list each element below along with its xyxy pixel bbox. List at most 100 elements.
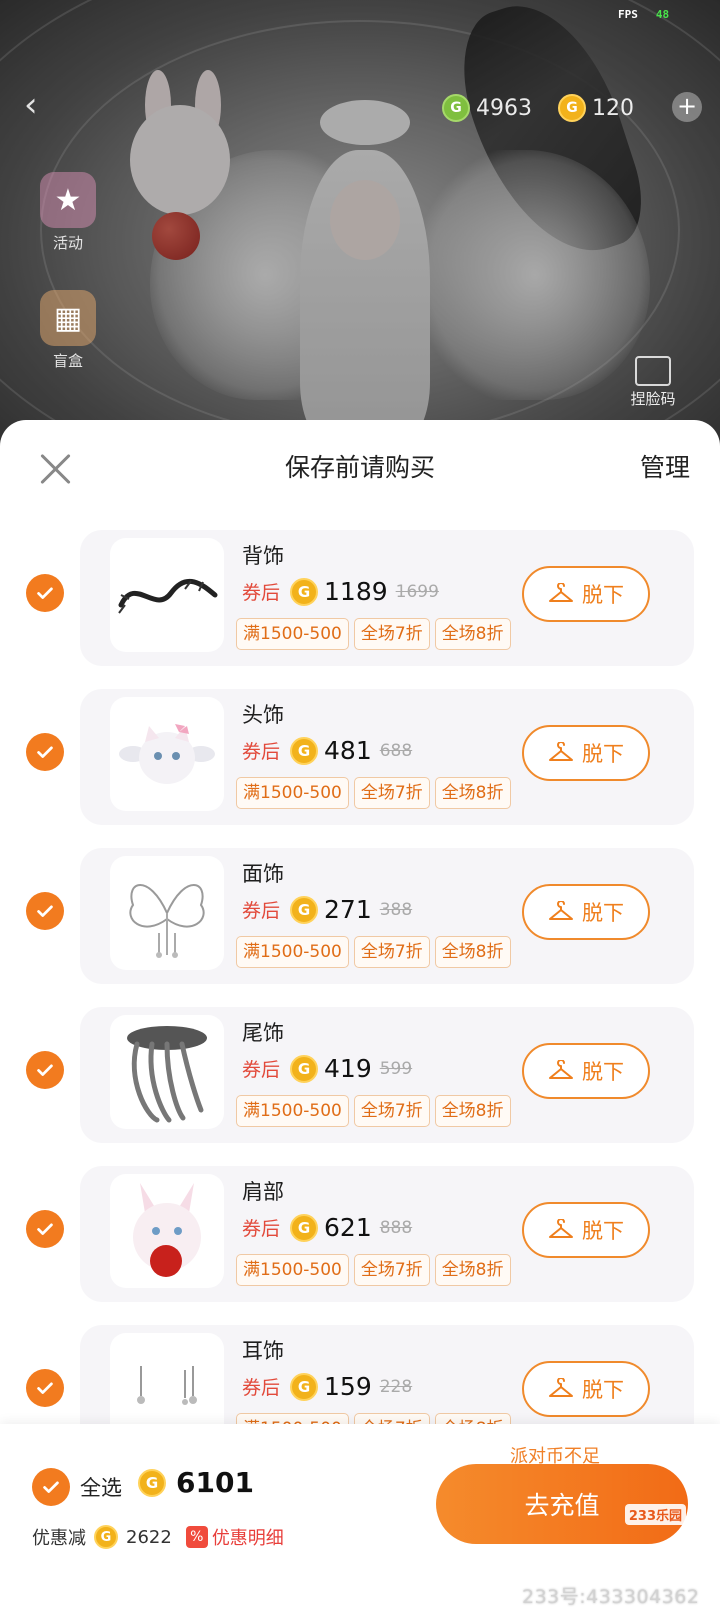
pinch-face-code-button[interactable]: 捏脸码 <box>622 356 684 409</box>
game-scene-background <box>0 0 720 440</box>
item-name: 头饰 <box>242 703 284 727</box>
list-item: 尾饰 券后 G 419 599 满1500-500 全场7折 全场8折 脱下 <box>0 1007 720 1147</box>
price-row: 券后 G 159 228 <box>242 1372 412 1401</box>
star-icon: ★ <box>40 172 96 228</box>
take-off-label: 脱下 <box>582 583 624 607</box>
hanger-icon <box>549 583 573 602</box>
item-card: 尾饰 券后 G 419 599 满1500-500 全场7折 全场8折 脱下 <box>80 1007 694 1143</box>
fps-counter: FPS 48 <box>618 8 669 21</box>
scene-dim-overlay <box>0 0 720 440</box>
take-off-button[interactable]: 脱下 <box>522 1361 650 1417</box>
watermark-logo: 233乐园 <box>624 1504 686 1525</box>
after-coupon-label: 券后 <box>242 1059 281 1081</box>
hanger-icon <box>549 1060 573 1079</box>
item-card: 肩部 券后 G 621 888 满1500-500 全场7折 全场8折 脱下 <box>80 1166 694 1302</box>
gold-coin-amount: 120 <box>592 95 634 121</box>
after-coupon-label: 券后 <box>242 900 281 922</box>
fps-label: FPS <box>618 8 638 21</box>
price-row: 券后 G 481 688 <box>242 736 412 765</box>
dragon-icon <box>118 578 218 614</box>
select-all-toggle[interactable]: 全选 <box>32 1468 122 1506</box>
item-checkbox[interactable] <box>26 892 64 930</box>
promo-tag: 满1500-500 <box>236 1254 349 1286</box>
take-off-label: 脱下 <box>582 1060 624 1084</box>
list-item: 背饰 券后 G 1189 1699 满1500-500 全场7折 全场8折 脱下 <box>0 530 720 670</box>
item-name: 面饰 <box>242 862 284 886</box>
add-currency-button[interactable]: + <box>672 92 702 122</box>
checkmark-icon <box>37 587 53 599</box>
percent-icon: % <box>185 1526 208 1548</box>
back-button[interactable]: ‹ <box>24 88 54 124</box>
item-original-price: 599 <box>379 1058 413 1079</box>
item-thumbnail <box>110 697 224 811</box>
item-thumbnail <box>110 856 224 970</box>
item-list: 背饰 券后 G 1189 1699 满1500-500 全场7折 全场8折 脱下 <box>0 530 720 1462</box>
promo-tags: 满1500-500 全场7折 全场8折 <box>236 1095 511 1127</box>
promo-tag: 满1500-500 <box>236 936 349 968</box>
price-row: 券后 G 271 388 <box>242 895 412 924</box>
gold-coin-icon: G <box>290 577 319 606</box>
earring-icon <box>137 1366 197 1405</box>
gold-coin-icon: G <box>558 94 586 122</box>
price-row: 券后 G 419 599 <box>242 1054 412 1083</box>
recharge-label: 去充值 <box>524 1491 600 1520</box>
blind-box-label: 盲盒 <box>52 352 83 370</box>
item-checkbox[interactable] <box>26 733 64 771</box>
item-price: 621 <box>324 1213 372 1242</box>
gold-coin-icon: G <box>290 1372 319 1401</box>
item-checkbox[interactable] <box>26 574 64 612</box>
after-coupon-label: 券后 <box>242 1218 281 1240</box>
item-card: 面饰 券后 G 271 388 满1500-500 全场7折 全场8折 脱下 <box>80 848 694 984</box>
feather-icon <box>127 1026 207 1123</box>
promo-tag: 全场7折 <box>353 1254 430 1286</box>
hanger-icon <box>549 901 573 920</box>
gold-coin-icon: G <box>290 895 319 924</box>
take-off-button[interactable]: 脱下 <box>522 566 650 622</box>
item-price: 159 <box>324 1372 372 1401</box>
green-currency-display: G 4963 <box>442 92 532 124</box>
item-card: 背饰 券后 G 1189 1699 满1500-500 全场7折 全场8折 脱下 <box>80 530 694 666</box>
discount-details-link[interactable]: % 优惠明细 <box>185 1524 284 1550</box>
item-price: 481 <box>324 736 372 765</box>
discount-amount: 2622 <box>126 1526 172 1548</box>
promo-tag: 满1500-500 <box>236 618 349 650</box>
item-original-price: 388 <box>379 899 413 920</box>
gold-coin-icon: G <box>290 1054 319 1083</box>
list-item: 头饰 券后 G 481 688 满1500-500 全场7折 全场8折 脱下 <box>0 689 720 829</box>
take-off-button[interactable]: 脱下 <box>522 884 650 940</box>
promo-tag: 全场7折 <box>353 618 430 650</box>
item-name: 耳饰 <box>242 1339 284 1363</box>
item-card: 头饰 券后 G 481 688 满1500-500 全场7折 全场8折 脱下 <box>80 689 694 825</box>
promo-tags: 满1500-500 全场7折 全场8折 <box>236 777 511 809</box>
manage-button[interactable]: 管理 <box>640 448 690 484</box>
item-checkbox[interactable] <box>26 1369 64 1407</box>
checkmark-icon <box>37 1382 53 1394</box>
take-off-button[interactable]: 脱下 <box>522 1202 650 1258</box>
item-checkbox[interactable] <box>26 1051 64 1089</box>
item-original-price: 1699 <box>395 581 439 602</box>
bunny-icon <box>133 1183 201 1277</box>
select-all-checkbox[interactable] <box>32 1468 70 1506</box>
events-label: 活动 <box>52 234 83 252</box>
list-item: 肩部 券后 G 621 888 满1500-500 全场7折 全场8折 脱下 <box>0 1166 720 1306</box>
after-coupon-label: 券后 <box>242 741 281 763</box>
blind-box-button[interactable]: ▦ 盲盒 <box>36 290 100 371</box>
fps-value: 48 <box>655 8 670 21</box>
item-name: 肩部 <box>242 1180 284 1204</box>
promo-tag: 满1500-500 <box>236 777 349 809</box>
winged-cat-icon <box>119 724 215 784</box>
sheet-header: 保存前请购买 管理 <box>0 420 720 520</box>
take-off-label: 脱下 <box>582 1219 624 1243</box>
gold-currency-display: G 120 <box>558 92 634 124</box>
checkout-footer: 派对币不足 全选 G 6101 优惠减 G 2622 % 优惠明细 去充值 23… <box>0 1424 720 1612</box>
checkmark-icon <box>37 746 53 758</box>
events-button[interactable]: ★ 活动 <box>36 172 100 253</box>
checkmark-icon <box>37 905 53 917</box>
take-off-button[interactable]: 脱下 <box>522 1043 650 1099</box>
checkmark-icon <box>37 1223 53 1235</box>
list-item: 面饰 券后 G 271 388 满1500-500 全场7折 全场8折 脱下 <box>0 848 720 988</box>
take-off-button[interactable]: 脱下 <box>522 725 650 781</box>
promo-tag: 全场8折 <box>434 936 511 968</box>
item-checkbox[interactable] <box>26 1210 64 1248</box>
promo-tag: 全场8折 <box>434 777 511 809</box>
